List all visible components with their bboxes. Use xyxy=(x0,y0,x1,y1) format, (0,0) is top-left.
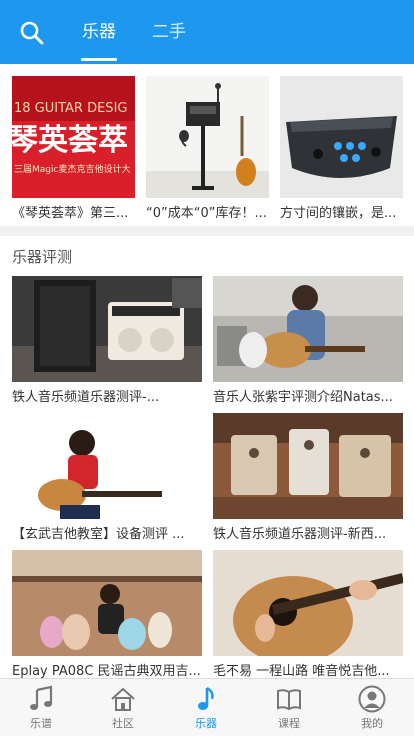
featured-carousel[interactable]: 18 GUITAR DESIG 琴英荟萃 三届Magic麦杰克吉他设计大 《琴英… xyxy=(0,64,414,226)
featured-card[interactable]: 方寸间的镶嵌，是... xyxy=(280,76,403,221)
review-caption: 音乐人张紫宇评测介绍Natas... xyxy=(213,390,393,405)
review-thumbnail xyxy=(12,276,202,382)
tab-instruments-label: 乐器 xyxy=(82,22,116,42)
featured-caption: 方寸间的镶嵌，是... xyxy=(280,206,397,221)
featured-thumbnail xyxy=(280,76,403,198)
review-caption: 【玄武吉他教室】设备测评 ... xyxy=(12,527,185,542)
review-thumbnail xyxy=(12,550,202,656)
nav-label: 乐谱 xyxy=(30,717,52,730)
review-item[interactable]: 铁人音乐频道乐器测评-... xyxy=(12,276,202,405)
review-caption: 毛不易 一程山路 唯音悦吉他... xyxy=(213,664,390,679)
nav-item-profile[interactable]: 我的 xyxy=(342,685,402,731)
review-caption: 铁人音乐频道乐器测评-新西... xyxy=(213,527,387,542)
featured-overlay-small: 三届Magic麦杰克吉他设计大 xyxy=(14,163,130,175)
music-note-icon xyxy=(198,686,214,710)
featured-overlay-text: 18 GUITAR DESIG xyxy=(14,101,127,116)
section-divider xyxy=(0,226,414,236)
app-screen: 乐器 二手 18 GUITAR DESIG 琴英荟萃 三届Magic麦杰克吉他设… xyxy=(0,0,414,736)
review-item[interactable]: 铁人音乐频道乐器测评-新西... xyxy=(213,413,403,542)
book-icon xyxy=(277,689,301,711)
person-icon xyxy=(358,685,386,713)
music-note-icon xyxy=(30,685,53,710)
nav-label: 乐器 xyxy=(195,717,217,730)
featured-card[interactable]: 18 GUITAR DESIG 琴英荟萃 三届Magic麦杰克吉他设计大 《琴英… xyxy=(12,76,135,221)
section-title: 乐器评测 xyxy=(12,248,73,266)
active-tab-indicator xyxy=(81,58,117,61)
nav-item-scores[interactable]: 乐谱 xyxy=(11,685,71,731)
nav-label: 课程 xyxy=(278,717,300,730)
review-thumbnail xyxy=(213,276,403,382)
review-thumbnail xyxy=(213,413,403,519)
featured-card[interactable]: “0”成本“0”库存！... xyxy=(146,76,269,221)
review-item[interactable]: 音乐人张紫宇评测介绍Natas... xyxy=(213,276,403,405)
nav-item-community[interactable]: 社区 xyxy=(93,685,153,731)
review-item[interactable]: Eplay PA08C 民谣古典双用吉... xyxy=(12,550,202,679)
top-bar: 乐器 二手 xyxy=(0,0,414,64)
home-icon xyxy=(111,687,135,711)
tab-instruments[interactable]: 乐器 xyxy=(81,21,117,61)
featured-thumbnail xyxy=(146,76,269,198)
review-caption: 铁人音乐频道乐器测评-... xyxy=(12,390,160,405)
tab-second-hand[interactable]: 二手 xyxy=(152,21,186,51)
featured-overlay-big: 琴英荟萃 xyxy=(12,123,128,158)
nav-label: 我的 xyxy=(361,717,383,730)
search-icon[interactable] xyxy=(18,19,46,47)
featured-caption: 《琴英荟萃》第三... xyxy=(12,206,129,221)
tab-second-hand-label: 二手 xyxy=(152,22,186,42)
review-item[interactable]: 【玄武吉他教室】设备测评 ... xyxy=(12,413,202,542)
review-item[interactable]: 毛不易 一程山路 唯音悦吉他... xyxy=(213,550,403,679)
nav-label: 社区 xyxy=(112,717,134,730)
review-caption: Eplay PA08C 民谣古典双用吉... xyxy=(12,664,201,679)
featured-caption: “0”成本“0”库存！... xyxy=(146,206,267,221)
nav-item-courses[interactable]: 课程 xyxy=(259,685,319,731)
review-thumbnail xyxy=(213,550,403,656)
review-thumbnail xyxy=(12,413,202,519)
nav-item-instruments[interactable]: 乐器 xyxy=(176,685,236,731)
bottom-navigation: 乐谱 社区 乐器 课程 我的 xyxy=(0,678,414,736)
featured-thumbnail: 18 GUITAR DESIG 琴英荟萃 三届Magic麦杰克吉他设计大 xyxy=(12,76,135,198)
